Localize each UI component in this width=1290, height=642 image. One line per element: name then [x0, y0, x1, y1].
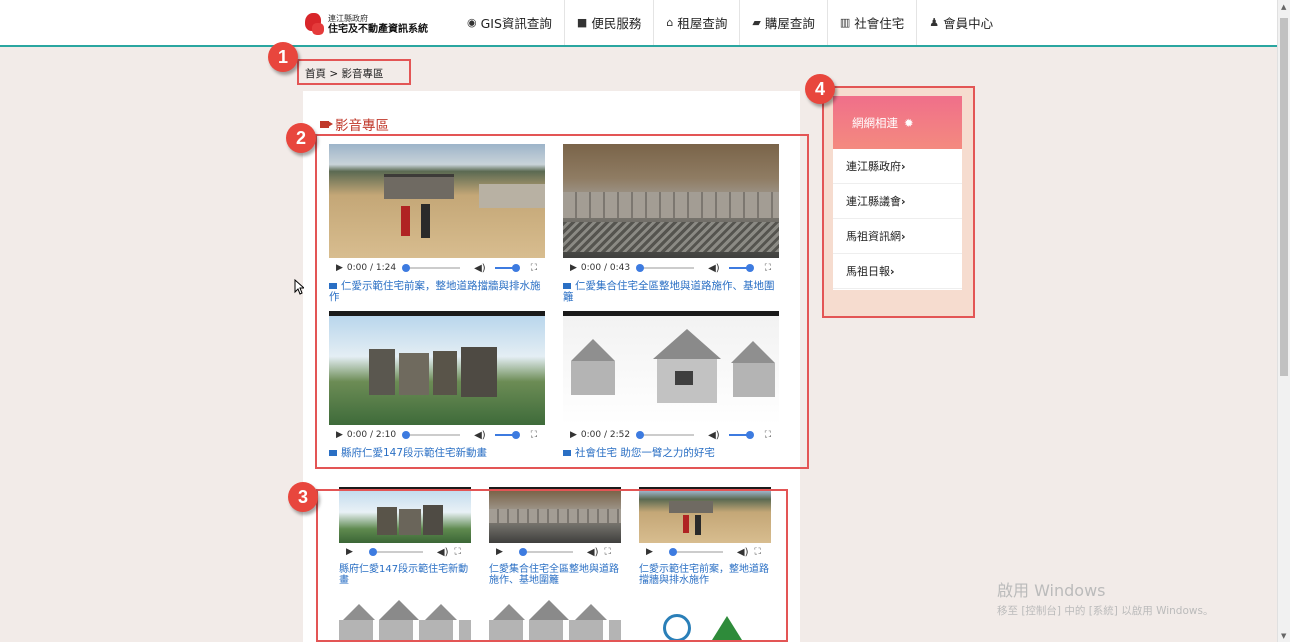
- scroll-thumb[interactable]: [1280, 18, 1288, 376]
- nav-social-housing[interactable]: ▥ 社會住宅: [828, 0, 918, 45]
- video-camera-icon: [320, 120, 333, 128]
- scroll-up-icon[interactable]: ▲: [1281, 3, 1286, 11]
- nav-label: GIS資訊查詢: [480, 16, 552, 31]
- page-scrollbar[interactable]: ▲ ▼: [1277, 0, 1290, 642]
- callout-number: 3: [288, 482, 318, 512]
- nav-label: 會員中心: [943, 16, 994, 31]
- user-icon: ♟: [929, 16, 940, 29]
- nav-gis[interactable]: ◉ GIS資訊查詢: [455, 0, 565, 45]
- book-icon: ▰: [752, 16, 761, 29]
- site-logo[interactable]: 連江縣政府 住宅及不動產資訊系統: [303, 11, 428, 37]
- logo-subtitle: 連江縣政府: [328, 14, 368, 23]
- callout-number: 1: [268, 42, 298, 72]
- callout-box-2: [315, 134, 809, 469]
- nav-label: 租屋查詢: [677, 16, 728, 31]
- callout-box-1: [297, 59, 411, 85]
- mouse-cursor-icon: [294, 279, 304, 295]
- home-icon: ⌂: [666, 16, 674, 29]
- briefcase-icon: ■: [576, 16, 588, 29]
- nav-services[interactable]: ■ 便民服務: [565, 0, 655, 45]
- section-title: 影音專區: [320, 114, 389, 134]
- nav-label: 便民服務: [591, 16, 642, 31]
- callout-box-4: [822, 86, 975, 318]
- section-title-text: 影音專區: [335, 118, 389, 134]
- building-icon: ▥: [839, 16, 851, 29]
- top-navbar: 連江縣政府 住宅及不動產資訊系統 ◉ GIS資訊查詢 ■ 便民服務 ⌂ 租屋查詢 ▰ 購…: [0, 0, 1278, 47]
- main-nav: ◉ GIS資訊查詢 ■ 便民服務 ⌂ 租屋查詢 ▰ 購屋查詢 ▥ 社會住宅 ♟ 會員中心: [455, 0, 1005, 45]
- nav-buy[interactable]: ▰ 購屋查詢: [740, 0, 828, 45]
- callout-box-3: [316, 489, 788, 642]
- logo-title: 住宅及不動產資訊系統: [328, 24, 428, 35]
- nav-label: 購屋查詢: [764, 16, 815, 31]
- callout-number: 2: [286, 123, 316, 153]
- matsu-logo-icon: [303, 11, 325, 37]
- callout-number: 4: [805, 74, 835, 104]
- nav-rent[interactable]: ⌂ 租屋查詢: [654, 0, 741, 45]
- watermark-title: 啟用 Windows: [997, 581, 1106, 600]
- nav-label: 社會住宅: [854, 16, 905, 31]
- watermark-subtitle: 移至 [控制台] 中的 [系統] 以啟用 Windows。: [997, 605, 1214, 617]
- windows-activation-watermark: 啟用 Windows 移至 [控制台] 中的 [系統] 以啟用 Windows。: [997, 577, 1213, 618]
- globe-icon: ◉: [467, 16, 477, 29]
- scroll-down-icon[interactable]: ▼: [1281, 632, 1286, 640]
- nav-member[interactable]: ♟ 會員中心: [917, 0, 1005, 45]
